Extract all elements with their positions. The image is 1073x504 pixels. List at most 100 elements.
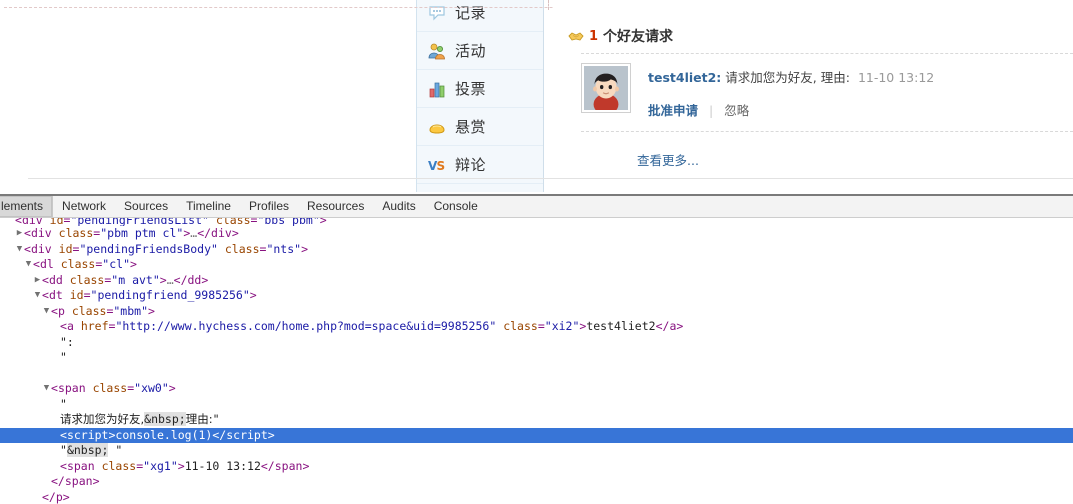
dom-line[interactable]: ▼ <dl class="cl"> [0, 257, 1073, 273]
dom-line[interactable]: ▼ <div id="pendingFriendsBody" class="nts… [0, 242, 1073, 258]
dom-line[interactable]: <a href = "http://www.hychess.com/home.php… [0, 319, 1073, 335]
vs-icon: V S [427, 155, 447, 175]
dom-line[interactable]: ▼ <dt id="pendingfriend_9985256"> [0, 288, 1073, 304]
dom-line[interactable]: </span> [0, 474, 1073, 490]
requester-username[interactable]: test4liet2: [648, 70, 721, 85]
sidebar-item-goods[interactable]: 商品 [417, 184, 543, 194]
dom-line[interactable] [0, 366, 1073, 382]
dom-token-punct: < [42, 272, 49, 287]
dom-line[interactable]: ▼ <span class="xw0"> [0, 381, 1073, 397]
dom-token-attn: id [49, 218, 64, 226]
dom-token-attv: "pendingFriendsBody" [79, 241, 218, 256]
sidebar-item-activity[interactable]: 活动 [417, 32, 543, 70]
dom-line[interactable]: </p> [0, 490, 1073, 504]
dom-token-attv: "xi2" [544, 319, 580, 333]
friend-request-title-text: 个好友请求 [603, 29, 674, 45]
dom-line[interactable]: "&nbsp; " [0, 443, 1073, 459]
dom-token-punct: </ [197, 226, 212, 240]
dom-tree-view[interactable]: <div id="pendingFriendsList" class="bbs … [0, 218, 1073, 504]
dom-token-txt: " [60, 350, 67, 364]
sidebar-item-records[interactable]: 记录 [417, 0, 543, 32]
dom-token-ent: &nbsp; [144, 412, 186, 426]
chevron-down-icon[interactable]: ▼ [33, 288, 42, 304]
dom-line-selected[interactable]: <script>console.log(1)</script> [0, 427, 1073, 443]
dom-token-attn: class [215, 218, 251, 226]
devtools-tab-sources[interactable]: Sources [115, 196, 177, 217]
dom-line[interactable]: 请求加您为好友,&nbsp;理由:" [0, 412, 1073, 428]
dom-token-tag: script [226, 427, 268, 442]
dom-token-attn: class [58, 226, 94, 240]
devtools-tab-console[interactable]: Console [425, 196, 487, 217]
dom-token-attn: href [80, 319, 109, 333]
view-more-link[interactable]: 查看更多... [637, 150, 699, 169]
chevron-down-icon[interactable]: ▼ [24, 257, 33, 273]
approve-request-button[interactable]: 批准申请 [648, 103, 698, 118]
dom-token-tag: div [30, 241, 52, 256]
dom-line[interactable]: ▶ <dd class="m avt">…</dd> [0, 273, 1073, 289]
dom-token-attv: "nts" [266, 241, 302, 256]
friend-request-row: test4liet2: 请求加您为好友, 理由: 11-10 13:12 批准申… [581, 53, 1073, 132]
dom-token-attv: "bbs pbm" [257, 218, 320, 226]
dom-token-attv: "cl" [102, 257, 130, 271]
dom-token-punct: < [60, 427, 67, 442]
dom-token-punct: > [159, 272, 167, 287]
dom-token-tag: dl [39, 257, 54, 271]
twisty-placeholder [51, 335, 60, 351]
avatar[interactable] [581, 63, 631, 113]
dom-token-attn: id [58, 241, 73, 256]
dom-token-attv: "pendingfriend_9985256" [90, 288, 250, 302]
dom-line[interactable]: <div id="pendingFriendsList" class="bbs … [0, 218, 1073, 226]
devtools-tab-resources[interactable]: Resources [298, 196, 373, 217]
dom-token-punct: > [301, 241, 308, 256]
dom-line[interactable]: ▼ <p class="mbm"> [0, 304, 1073, 320]
dom-token-attn: class [60, 257, 96, 271]
dom-token-punct: > [92, 474, 100, 488]
twisty-placeholder [51, 350, 60, 366]
devtools-tab-profiles[interactable]: Profiles [240, 196, 298, 217]
dom-token-cjk: 请求加您为好友, [60, 412, 145, 426]
dom-line[interactable]: ": [0, 335, 1073, 351]
dom-token-attv: "xg1" [143, 458, 178, 473]
dom-token-tag: p [57, 303, 65, 318]
sidebar-item-poll[interactable]: 投票 [417, 70, 543, 108]
dom-token-attn: class [71, 303, 107, 318]
dom-line[interactable]: <span class="xg1">11-10 13:12</span> [0, 459, 1073, 475]
dom-line[interactable]: " [0, 397, 1073, 413]
sidebar-item-bounty[interactable]: 悬赏 [417, 108, 543, 146]
devtools-tab-audits[interactable]: Audits [373, 196, 424, 217]
dom-token-punct: < [60, 458, 67, 473]
dom-line[interactable]: ▶ <div class="pbm ptm cl">…</div> [0, 226, 1073, 242]
chevron-right-icon[interactable]: ▶ [33, 273, 42, 289]
friend-request-message-line: test4liet2: 请求加您为好友, 理由: 11-10 13:12 [648, 67, 934, 86]
dom-token-attv: "pbm ptm cl" [100, 226, 184, 240]
twisty-placeholder [51, 412, 60, 428]
dom-token-attn: class [101, 458, 137, 473]
people-icon [427, 41, 447, 61]
sidebar-item-label: 活动 [455, 42, 487, 60]
chevron-down-icon[interactable]: ▼ [42, 304, 51, 320]
dom-line[interactable]: " [0, 350, 1073, 366]
chevron-down-icon[interactable]: ▼ [15, 242, 24, 258]
devtools-tab-timeline[interactable]: Timeline [177, 196, 240, 217]
dom-token-punct: </ [173, 272, 188, 287]
devtools-tab-network[interactable]: Network [53, 196, 115, 217]
dom-token-attn: class [69, 272, 105, 287]
chevron-right-icon[interactable]: ▶ [15, 226, 24, 242]
dom-token-txt: " [60, 396, 67, 411]
twisty-placeholder [51, 459, 60, 475]
twisty-placeholder [33, 490, 42, 504]
chevron-down-icon[interactable]: ▼ [42, 381, 51, 397]
dom-token-punct: </ [42, 489, 56, 504]
dom-token-attn: class [224, 241, 260, 256]
ignore-request-button[interactable]: 忽略 [724, 103, 749, 118]
dom-token-punct: > [231, 226, 239, 240]
dom-token-txt: " [108, 443, 123, 457]
devtools-tab-lements[interactable]: lements [0, 196, 54, 217]
dom-token-txt: " [60, 443, 67, 457]
